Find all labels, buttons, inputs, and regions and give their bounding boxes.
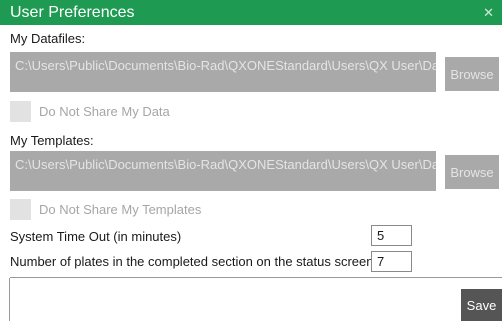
footer-divider	[10, 277, 502, 278]
window-title: User Preferences	[10, 3, 135, 21]
plates-label: Number of plates in the completed sectio…	[10, 254, 374, 269]
footer-left-border	[9, 278, 10, 321]
save-button[interactable]: Save	[461, 289, 502, 321]
templates-share-checkbox[interactable]	[10, 199, 31, 220]
timeout-label: System Time Out (in minutes)	[10, 229, 182, 244]
templates-share-row[interactable]: Do Not Share My Templates	[10, 199, 201, 220]
templates-path-field: C:\Users\Public\Documents\Bio-Rad\QXONES…	[10, 151, 436, 191]
datafiles-share-label: Do Not Share My Data	[39, 104, 170, 119]
templates-browse-button[interactable]: Browse	[445, 155, 499, 189]
datafiles-label: My Datafiles:	[10, 31, 86, 46]
datafiles-share-checkbox[interactable]	[10, 101, 31, 122]
datafiles-share-row[interactable]: Do Not Share My Data	[10, 101, 170, 122]
title-bar: User Preferences ✕	[0, 0, 502, 25]
timeout-input[interactable]: 5	[371, 225, 412, 246]
plates-input[interactable]: 7	[371, 251, 412, 272]
datafiles-browse-button[interactable]: Browse	[445, 57, 499, 91]
close-icon[interactable]: ✕	[483, 5, 502, 21]
templates-label: My Templates:	[10, 133, 94, 148]
templates-share-label: Do Not Share My Templates	[39, 202, 202, 217]
datafiles-path-field: C:\Users\Public\Documents\Bio-Rad\QXONES…	[10, 52, 436, 92]
